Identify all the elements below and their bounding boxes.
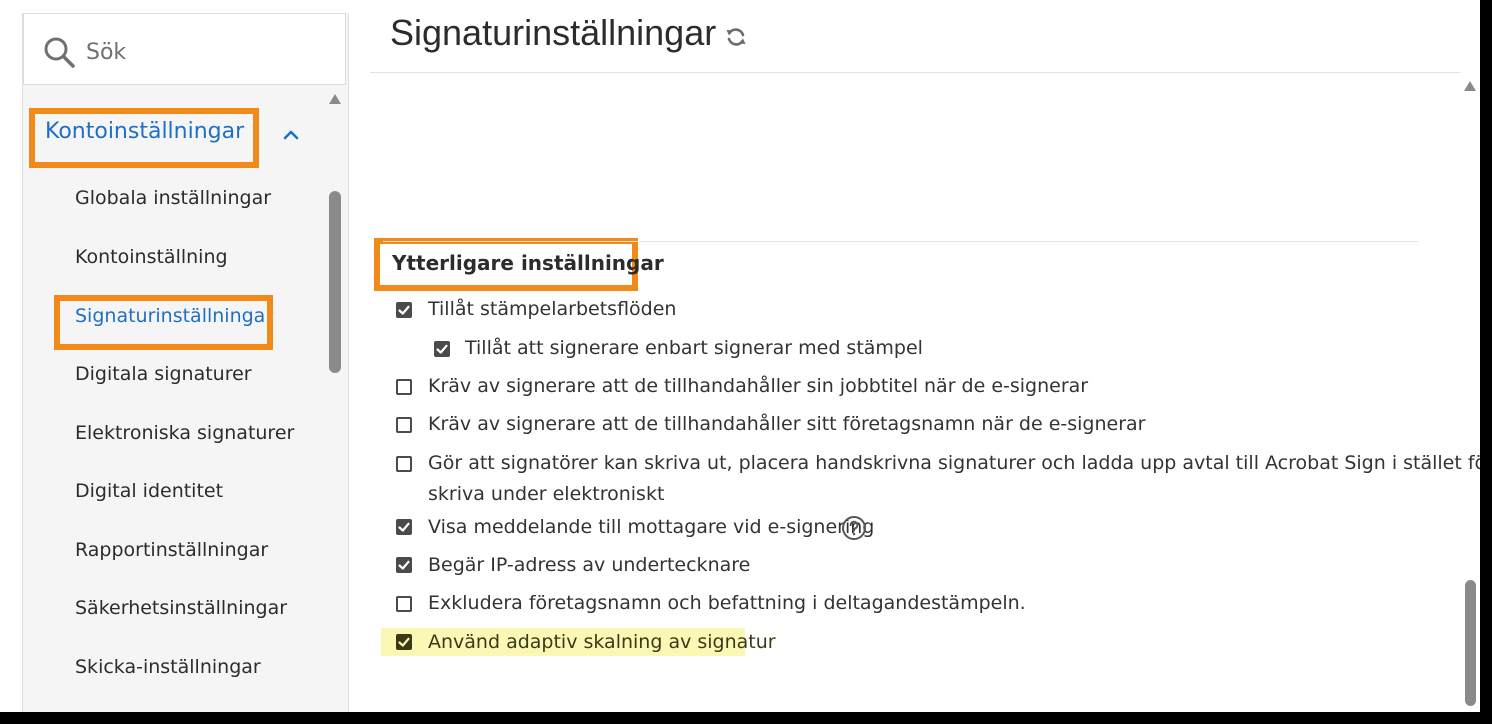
refresh-icon[interactable] [724, 25, 748, 49]
checkbox-ip-adress[interactable] [396, 557, 412, 573]
sidebar-item-skicka-installningar[interactable]: Skicka-inställningar [75, 656, 261, 678]
sidebar-item-elektroniska-signaturer[interactable]: Elektroniska signaturer [75, 422, 294, 444]
sidebar-section-kontoinstallningar[interactable]: Kontoinställningar [23, 109, 323, 169]
main-scrollbar-thumb[interactable] [1465, 580, 1476, 706]
sidebar-section-title: Kontoinställningar [45, 119, 245, 144]
sidebar-item-sakerhetsinstallningar[interactable]: Säkerhetsinställningar [75, 597, 287, 619]
checkbox-adaptiv-skalning[interactable] [396, 634, 412, 650]
sidebar-item-globala-installningar[interactable]: Globala inställningar [75, 187, 271, 209]
checkbox-jobbtitel[interactable] [396, 379, 412, 395]
option-label: Kräv av signerare att de tillhandahåller… [428, 375, 1089, 397]
sidebar-item-rapportinstallningar[interactable]: Rapportinställningar [75, 539, 268, 561]
title-divider [370, 72, 1460, 73]
option-label: Tillåt att signerare enbart signerar med… [465, 337, 923, 359]
app-window: Kontoinställningar Globala inställningar… [0, 0, 1480, 712]
checkbox-foretagsnamn[interactable] [396, 417, 412, 433]
option-label: Begär IP-adress av undertecknare [428, 554, 751, 576]
option-label: Kräv av signerare att de tillhandahåller… [428, 413, 1146, 435]
option-label: Exkludera företagsnamn och befattning i … [428, 592, 1026, 614]
sidebar: Kontoinställningar Globala inställningar… [22, 13, 349, 712]
sidebar-scrollbar-thumb[interactable] [329, 191, 341, 373]
sidebar-item-digital-identitet[interactable]: Digital identitet [75, 480, 223, 502]
sidebar-item-digitala-signaturer[interactable]: Digitala signaturer [75, 363, 252, 385]
sidebar-scroll-up-arrow[interactable] [328, 93, 342, 105]
chevron-up-icon[interactable] [281, 125, 301, 145]
option-label-line2: skriva under elektroniskt [428, 483, 665, 505]
checkbox-enbart-stampel[interactable] [434, 341, 450, 357]
checkbox-visa-meddelande[interactable] [396, 519, 412, 535]
main-scroll-up-arrow[interactable] [1463, 80, 1477, 92]
subsection-title: Ytterligare inställningar [392, 251, 664, 275]
checkbox-skriva-ut-handskrivna[interactable] [396, 456, 412, 472]
help-icon[interactable] [841, 515, 867, 541]
sidebar-item-kontoinstallning[interactable]: Kontoinställning [75, 246, 228, 268]
section-divider [383, 241, 1418, 242]
search-icon [44, 37, 75, 68]
option-label: Använd adaptiv skalning av signatur [428, 631, 776, 653]
checkbox-stampelarbetsfloden[interactable] [396, 302, 412, 318]
sidebar-item-signaturinstallningar[interactable]: Signaturinställningar [75, 305, 273, 327]
checkbox-exkludera-foretagsnamn[interactable] [396, 596, 412, 612]
search-input[interactable] [84, 34, 328, 70]
option-label: Visa meddelande till mottagare vid e-sig… [428, 516, 875, 538]
option-label: Gör att signatörer kan skriva ut, placer… [428, 452, 1480, 474]
option-label: Tillåt stämpelarbetsflöden [428, 298, 677, 320]
search-box[interactable] [23, 13, 346, 85]
page-title: Signaturinställningar [390, 12, 717, 53]
